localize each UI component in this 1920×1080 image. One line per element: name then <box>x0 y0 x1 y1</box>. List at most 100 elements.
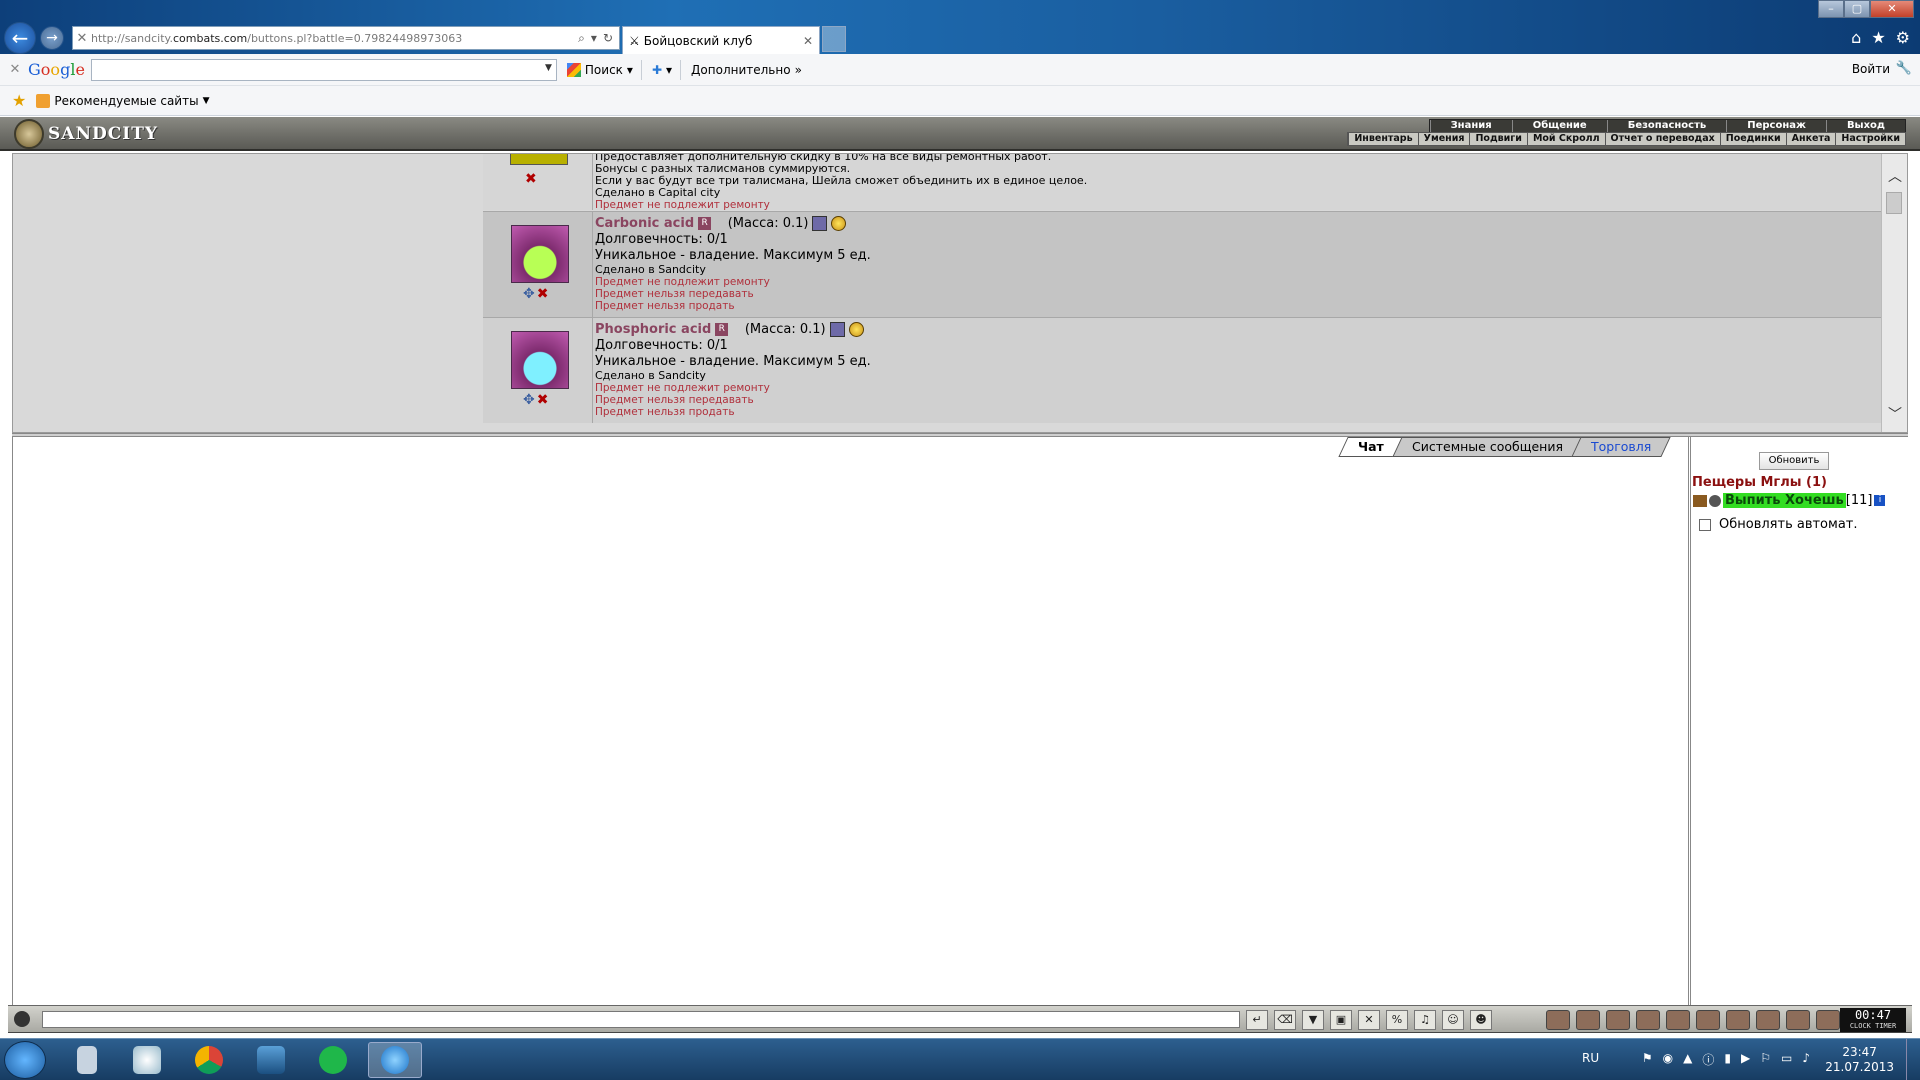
smiley-icon[interactable]: ☺ <box>1442 1010 1464 1030</box>
taskbar-app-calculator[interactable] <box>60 1042 114 1078</box>
chevron-down-icon[interactable]: ▼ <box>203 96 210 106</box>
signin-link[interactable]: Войти <box>1852 62 1890 76</box>
show-desktop-button[interactable] <box>1906 1039 1920 1080</box>
start-button[interactable] <box>4 1041 46 1079</box>
chat-input[interactable] <box>42 1011 1240 1028</box>
language-indicator[interactable]: RU <box>1582 1051 1599 1065</box>
magic-icon-5[interactable] <box>1666 1010 1690 1030</box>
auto-refresh-checkbox[interactable] <box>1699 518 1711 531</box>
play-icon[interactable]: ▶ <box>1741 1051 1750 1068</box>
private-message-icon[interactable] <box>1693 494 1707 507</box>
menu-security[interactable]: Безопасность <box>1606 120 1727 132</box>
delete-icon[interactable]: ✖ <box>537 392 549 408</box>
menu-transfer-report[interactable]: Отчет о переводах <box>1604 133 1720 145</box>
forward-button[interactable]: → <box>40 26 64 50</box>
taskbar-app-window[interactable] <box>244 1042 298 1078</box>
delete-icon[interactable]: ✖ <box>537 286 549 302</box>
toolbar-close-icon[interactable]: ✕ <box>6 62 24 77</box>
minimize-button[interactable]: – <box>1818 0 1844 18</box>
taskbar-app-chrome[interactable] <box>182 1042 236 1078</box>
more-button[interactable]: Дополнительно» <box>691 63 802 77</box>
tab-close-icon[interactable]: ✕ <box>803 34 813 48</box>
address-url[interactable]: http://sandcity.combats.com/buttons.pl?b… <box>91 32 572 45</box>
use-icon[interactable]: ✥ <box>523 392 535 408</box>
favorites-add-icon[interactable]: ★ <box>12 91 26 110</box>
game-logo[interactable]: SANDCITY <box>14 119 158 149</box>
taskbar-app-mail[interactable] <box>306 1042 360 1078</box>
menu-settings[interactable]: Настройки <box>1835 133 1905 145</box>
share-button[interactable]: ✚ ▾ <box>652 63 672 77</box>
menu-achievements[interactable]: Подвиги <box>1469 133 1526 145</box>
chevron-down-icon[interactable]: ▼ <box>545 63 552 73</box>
skype-icon[interactable]: ◉ <box>1663 1051 1673 1068</box>
info-icon[interactable]: i <box>1874 495 1886 506</box>
translit-icon[interactable]: % <box>1386 1010 1408 1030</box>
filter-icon[interactable]: ▼ <box>1302 1010 1324 1030</box>
address-bar[interactable]: ✕ http://sandcity.combats.com/buttons.pl… <box>72 26 620 50</box>
magic-icon-4[interactable] <box>1636 1010 1660 1030</box>
home-icon[interactable]: ⌂ <box>1851 28 1861 47</box>
favorites-star-icon[interactable]: ★ <box>1871 28 1885 47</box>
chevron-up-icon[interactable]: ︿ <box>1888 166 1902 186</box>
search-icon[interactable]: ⌕ <box>578 31 585 46</box>
refresh-icon[interactable]: ↻ <box>603 31 613 46</box>
chevron-down-icon[interactable]: ﹀ <box>1888 404 1902 424</box>
google-search-input[interactable]: ▼ <box>90 58 557 81</box>
menu-profile[interactable]: Анкета <box>1785 133 1836 145</box>
sound-icon[interactable]: ♫ <box>1414 1010 1436 1030</box>
inventory-scrollbar[interactable]: ︿ ﹀ <box>1881 154 1907 432</box>
google-search-button[interactable]: Поиск ▾ <box>566 62 633 77</box>
tab-trade[interactable]: Торговля <box>1571 437 1671 457</box>
flag-icon[interactable]: ⚐ <box>1760 1051 1771 1068</box>
chat-settings-icon[interactable] <box>14 1011 30 1027</box>
new-tab-button[interactable] <box>822 26 846 52</box>
magic-icon-9[interactable] <box>1786 1010 1810 1030</box>
delete-icon[interactable]: ✖ <box>525 171 537 187</box>
item-name[interactable]: Carbonic acid <box>595 216 694 231</box>
save-icon[interactable]: ▣ <box>1330 1010 1352 1030</box>
network-icon[interactable]: ⚑ <box>1642 1051 1653 1068</box>
magic-icon-1[interactable] <box>1546 1010 1570 1030</box>
magic-icon-8[interactable] <box>1756 1010 1780 1030</box>
potion-image[interactable] <box>511 331 569 389</box>
menu-exit[interactable]: Выход <box>1825 120 1905 132</box>
magic-icon-7[interactable] <box>1726 1010 1750 1030</box>
taskbar-app-paint[interactable] <box>120 1042 174 1078</box>
close-button[interactable]: ✕ <box>1870 0 1914 18</box>
volume-icon[interactable]: ♪ <box>1802 1051 1810 1068</box>
menu-communication[interactable]: Общение <box>1511 120 1607 132</box>
fight-icon[interactable]: ✕ <box>1358 1010 1380 1030</box>
menu-inventory[interactable]: Инвентарь <box>1348 133 1417 145</box>
wrench-icon[interactable]: 🔧 <box>1896 61 1912 76</box>
refresh-button[interactable]: Обновить <box>1759 452 1829 470</box>
taskbar-clock[interactable]: 23:47 21.07.2013 <box>1825 1045 1894 1075</box>
magic-icon-6[interactable] <box>1696 1010 1720 1030</box>
battery-icon[interactable]: ▮ <box>1724 1051 1731 1068</box>
display-icon[interactable]: ▭ <box>1781 1051 1792 1068</box>
send-icon[interactable]: ↵ <box>1246 1010 1268 1030</box>
magic-icon-10[interactable] <box>1816 1010 1840 1030</box>
tab-system-messages[interactable]: Системные сообщения <box>1392 437 1583 457</box>
browser-tab-active[interactable]: ⚔ Бойцовский клуб ✕ <box>622 26 820 54</box>
magic-icon-3[interactable] <box>1606 1010 1630 1030</box>
menu-knowledge[interactable]: Знания <box>1429 120 1512 132</box>
menu-duels[interactable]: Поединки <box>1719 133 1786 145</box>
menu-character[interactable]: Персонаж <box>1726 120 1826 132</box>
potion-image[interactable] <box>511 225 569 283</box>
back-button[interactable]: ← <box>4 22 36 54</box>
nvidia-icon[interactable]: ▲ <box>1683 1051 1692 1068</box>
clear-icon[interactable]: ⌫ <box>1274 1010 1296 1030</box>
menu-my-scroll[interactable]: Мой Скролл <box>1526 133 1605 145</box>
scroll-thumb[interactable] <box>1886 192 1902 214</box>
magic-icon-2[interactable] <box>1576 1010 1600 1030</box>
item-name[interactable]: Phosphoric acid <box>595 322 711 337</box>
recommended-sites-link[interactable]: Рекомендуемые сайты <box>54 94 198 108</box>
gear-icon[interactable]: ⚙ <box>1896 28 1910 47</box>
maximize-button[interactable]: ▢ <box>1844 0 1870 18</box>
group-icon[interactable]: ☻ <box>1470 1010 1492 1030</box>
player-nick[interactable]: Выпить Хочешь <box>1723 493 1846 508</box>
dropdown-icon[interactable]: ▾ <box>591 31 597 46</box>
info-tray-icon[interactable]: ⓘ <box>1702 1051 1714 1068</box>
taskbar-app-ie[interactable] <box>368 1042 422 1078</box>
menu-skills[interactable]: Умения <box>1417 133 1470 145</box>
